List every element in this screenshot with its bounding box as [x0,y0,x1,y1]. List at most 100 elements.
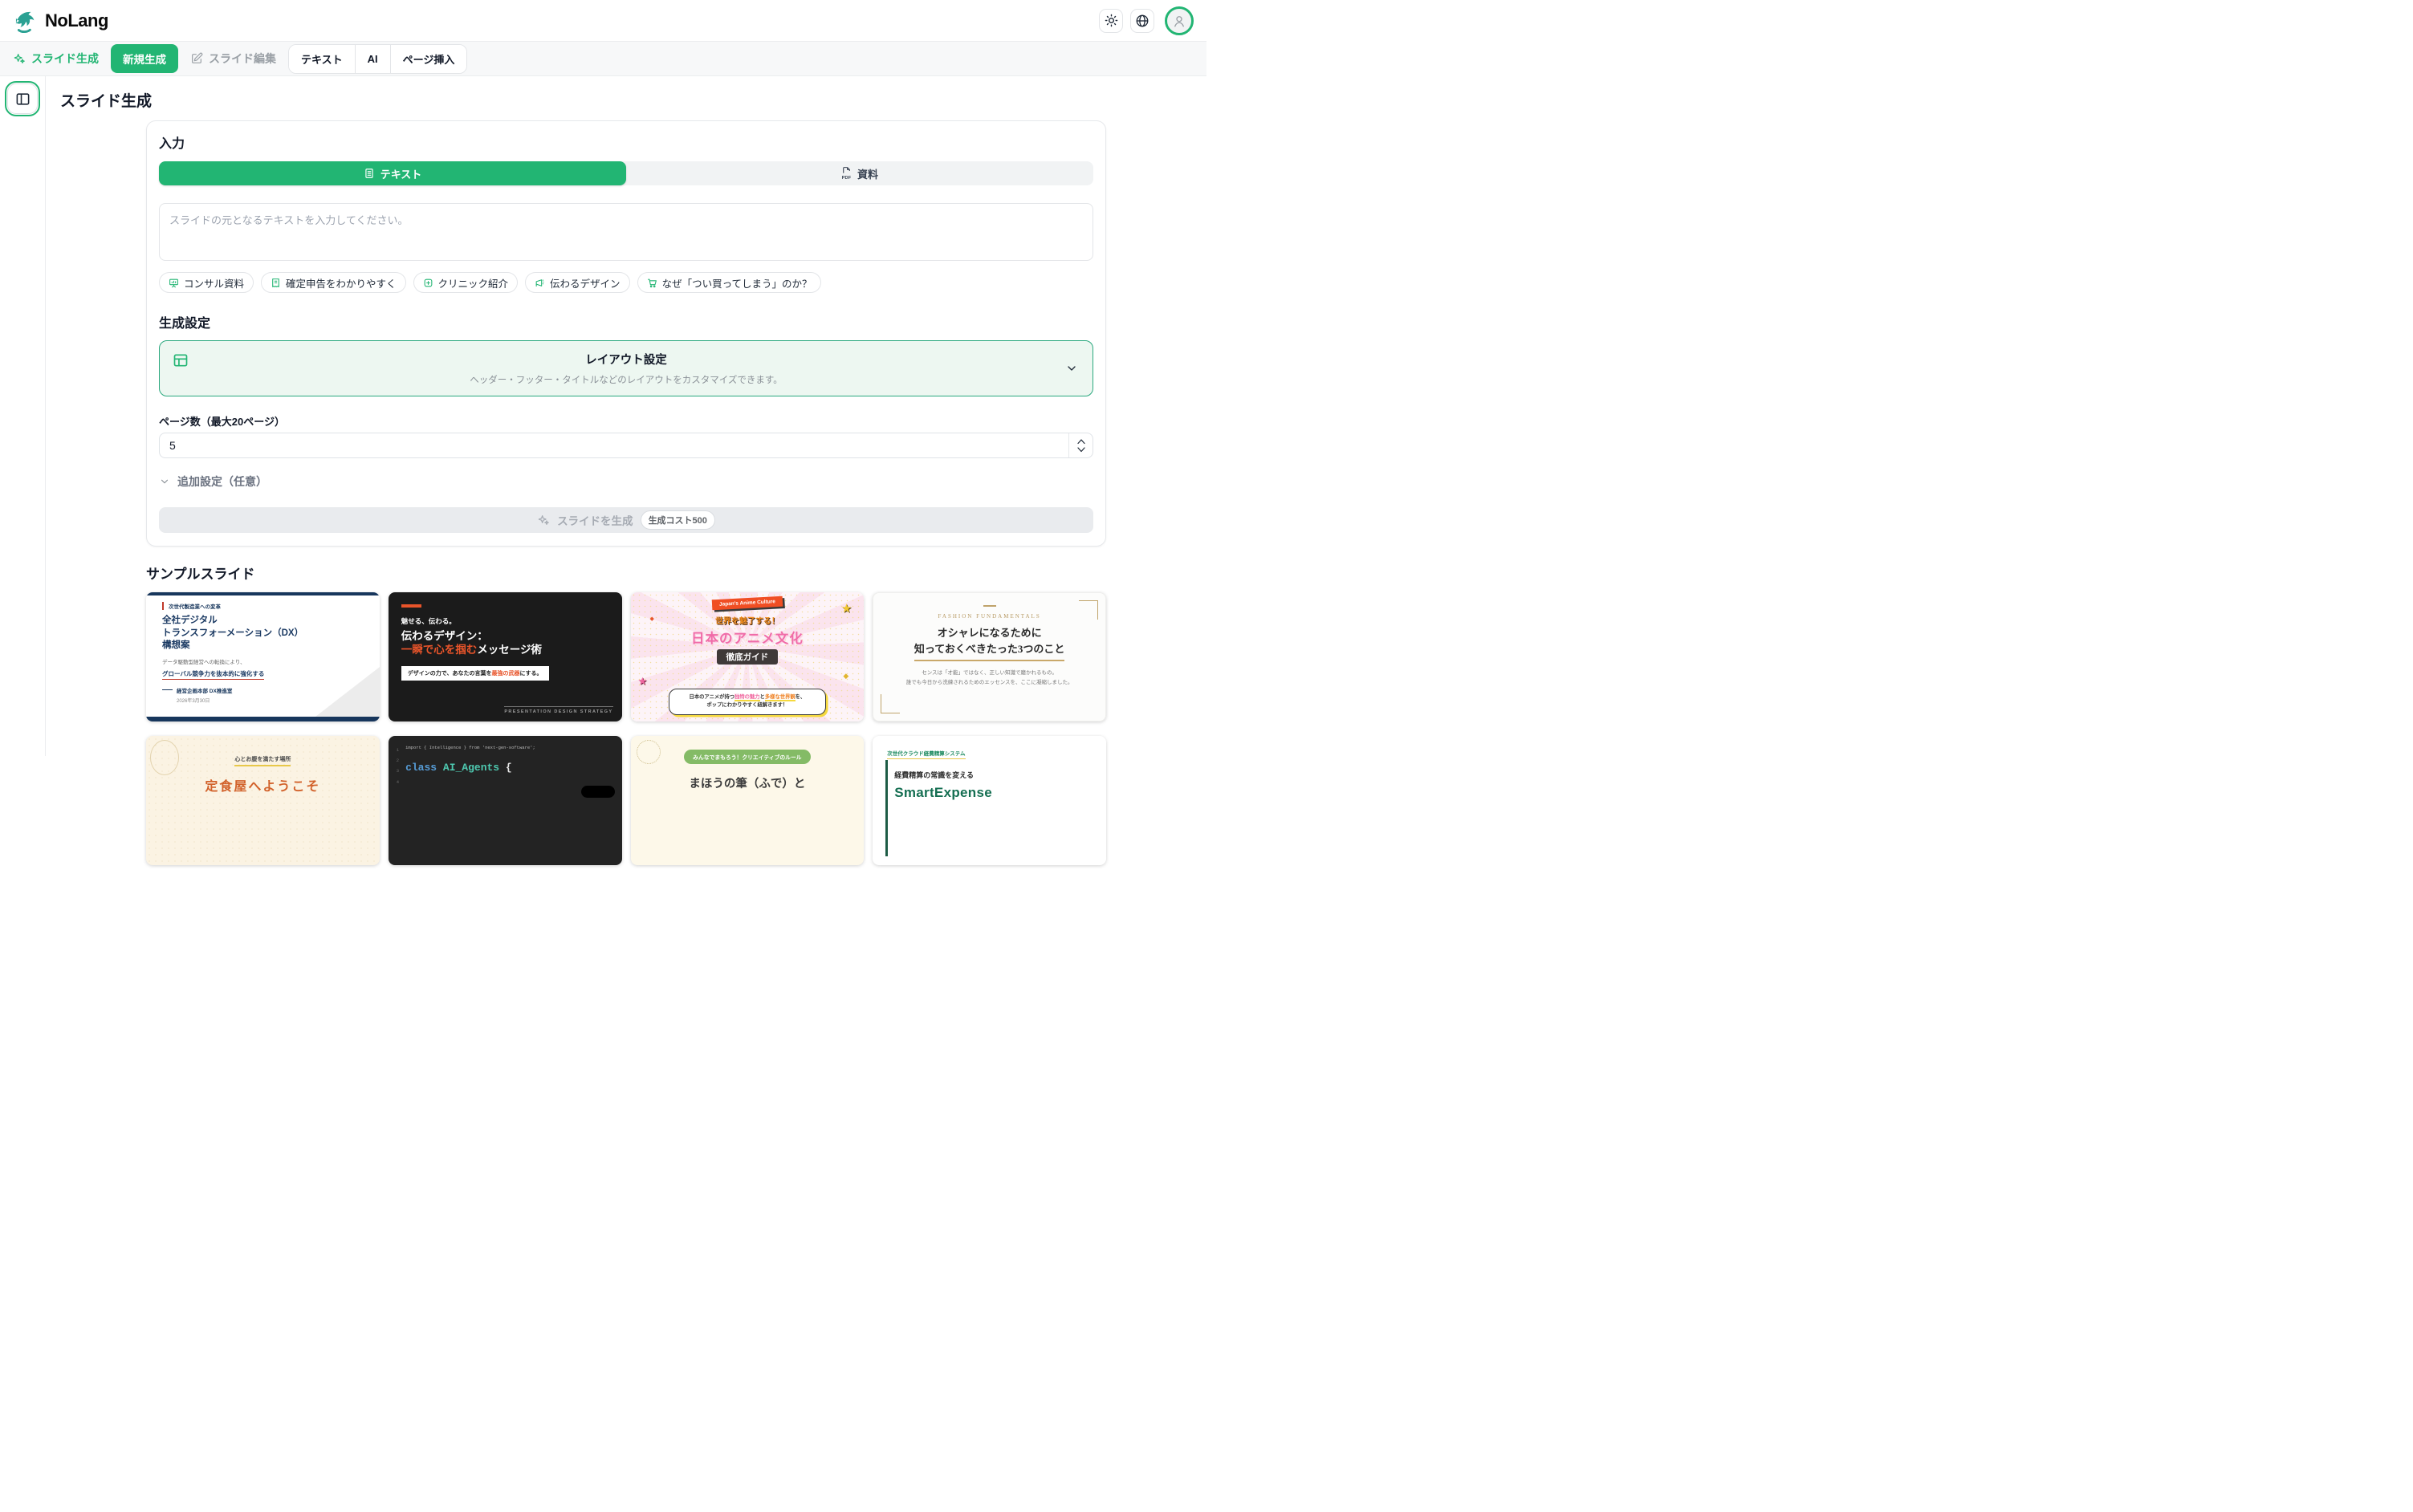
language-button[interactable] [1130,8,1154,33]
dolphin-logo-icon [11,7,39,35]
desc-text: 日本のアニメが持つ [689,693,735,700]
sample-slide-fashion[interactable]: FASHION FUNDAMENTALS オシャレになるために 知っておくべきた… [873,592,1106,721]
sample-slide-anime[interactable]: ★ ★ ◆ ◆ Japan's Anime Culture 世界を魅了する！ 日… [630,592,865,721]
chip-impulse-buying[interactable]: なぜ「つい買ってしまう」のか？ [637,272,822,293]
chip-label: 確定申告をわかりやすく [286,278,397,290]
slide-eyebrow: 次世代クラウド経費精算システム [887,749,966,759]
slide-description-box: 日本のアニメが持つ独特の魅力と多様な世界観を、 ポップにわかりやすく紐解きます！ [668,688,826,715]
page-count-input[interactable] [159,433,1093,458]
nav-slide-edit[interactable]: スライド編集 [190,51,276,67]
dotted-circle-decoration [636,740,661,764]
chip-tax-return[interactable]: 確定申告をわかりやすく [261,272,406,293]
slide-footer: PRESENTATION DESIGN STRATEGY [504,706,613,714]
code-classname: AI_Agents [442,762,500,774]
segment-text[interactable]: テキスト [289,44,355,73]
settings-section-heading: 生成設定 [159,317,211,331]
additional-settings-toggle[interactable]: 追加設定（任意） [159,474,1093,490]
chip-label: クリニック紹介 [437,278,509,290]
code-line-numbers: 1 2 3 4 [396,747,400,785]
pdf-file-icon: PDF [841,166,852,181]
code-keyword: class [405,762,437,774]
slide-title-rest: メッセージ術 [477,644,542,656]
sample-slide-teishoku[interactable]: 心とお腹を満たす場所 定食屋へようこそ [146,736,380,865]
pdf-icon-label: PDF [841,175,852,181]
note-accent: 最強の武器 [491,670,520,677]
nav-slide-edit-label: スライド編集 [209,52,276,65]
input-section-heading: 入力 [159,137,185,151]
globe-icon [1135,14,1150,28]
sidebar-toggle-button[interactable] [5,81,40,116]
chevron-down-icon [159,476,170,487]
desc-highlight-pink: 独特の魅力 [734,693,760,701]
nav-slide-generate-label: スライド生成 [31,52,99,65]
theme-toggle-button[interactable] [1099,8,1123,33]
slide-eyebrow: 次世代製造業への変革 [162,602,368,610]
mode-segmented-control: テキスト AI ページ挿入 [288,43,468,74]
slide-date: 2026年3月30日 [177,698,210,704]
navy-bottom-bar [146,717,380,721]
slide-title: 全社デジタル トランスフォーメーション（DX） 構想案 [162,616,304,651]
slide-subtitle-band: 徹底ガイド [716,649,779,665]
stepper-up-button[interactable] [1076,438,1086,445]
gold-tick-rule [983,605,996,607]
sample-slide-design[interactable]: 魅せる、伝わる。 伝わるデザイン： 一瞬で心を掴むメッセージ術 デザインの力で、… [388,592,622,721]
slide-source-textarea[interactable] [159,203,1093,261]
code-brace: { [505,762,512,774]
toolbar: スライド生成 新規生成 スライド編集 テキスト AI ページ挿入 [0,41,1206,76]
sample-slide-expense[interactable]: 次世代クラウド経費精算システム 経費精算の常識を変える SmartExpense [873,736,1106,865]
generation-cost-badge: 生成コスト500 [640,510,715,530]
tab-material-input[interactable]: PDF 資料 [626,161,1093,185]
sample-slide-dx[interactable]: 次世代製造業への変革 全社デジタル トランスフォーメーション（DX） 構想案 デ… [146,592,380,721]
segment-page-insert[interactable]: ページ挿入 [389,44,467,73]
generate-button-label: スライドを生成 [557,515,633,527]
generation-card: 入力 テキスト PDF 資料 スライドの元となるテキストを入力してください。 コ… [146,120,1106,547]
chip-design[interactable]: 伝わるデザイン [525,272,630,293]
slide-title: 日本のアニメ文化 [691,632,804,646]
chip-clinic[interactable]: クリニック紹介 [413,272,519,293]
input-source-toggle: テキスト PDF 資料 [159,161,1093,185]
desc-highlight-orange: 多様な世界観 [764,693,796,701]
left-sidebar [0,76,46,756]
sample-slide-grid: 次世代製造業への変革 全社デジタル トランスフォーメーション（DX） 構想案 デ… [146,592,1106,865]
generate-slides-button[interactable]: スライドを生成 生成コスト500 [159,507,1093,533]
medical-cross-icon [423,278,433,288]
tab-text-input[interactable]: テキスト [159,161,626,185]
code-import-line: import { Intelligence } from 'next-gen-s… [405,745,535,750]
note-post: にする。 [519,670,543,677]
chevron-up-icon [1076,438,1086,445]
orange-accent-bar [401,604,421,608]
nav-slide-generate[interactable]: スライド生成 [13,51,99,67]
layout-settings-panel[interactable]: レイアウト設定 ヘッダー・フッター・タイトルなどのレイアウトをカスタマイズできま… [159,340,1093,396]
slide-title-accent: 一瞬で心を掴む [401,644,478,656]
layout-settings-title: レイアウト設定 [585,354,667,367]
sample-slide-creative[interactable]: みんなでまもろう！クリエイティブのルール まほうの筆（ふで）と [630,736,865,865]
panel-left-icon [15,91,31,107]
slide-catchline: 世界を魅了する！ [714,617,779,626]
chip-label: なぜ「つい買ってしまう」のか？ [661,278,812,290]
footer-rule [162,689,173,691]
slide-title: SmartExpense [894,785,992,800]
desc-text: を、 [795,693,806,700]
new-generation-button[interactable]: 新規生成 [111,44,178,73]
slide-lead-strong: グローバル競争力を抜本的に強化する [162,669,265,680]
gold-corner-decoration [881,694,901,713]
slide-badge: Japan's Anime Culture [711,595,783,611]
green-vertical-bar [885,760,888,856]
slide-title: まほうの筆（ふで）と [689,778,806,791]
chip-consulting[interactable]: コンサル資料 [159,272,254,293]
sample-slide-code[interactable]: 1 2 3 4 import { Intelligence } from 'ne… [388,736,622,865]
stepper-down-button[interactable] [1076,446,1086,453]
note-pre: デザインの力で、あなたの言葉を [407,670,492,677]
brand[interactable]: NoLang [11,7,108,35]
page-title: スライド生成 [60,93,153,110]
chevron-down-icon [1076,446,1086,453]
slide-department: 経営企画本部 DX推進室 [177,688,233,694]
cart-icon [647,278,657,288]
slide-title-line1: オシャレになるために [937,626,1042,639]
segment-ai[interactable]: AI [354,44,390,73]
slide-title: 伝わるデザイン： [401,629,488,642]
page-count-label: ページ数（最大20ページ） [159,416,285,428]
star-icon: ★ [840,602,852,616]
chevron-down-icon [1065,362,1078,375]
user-avatar[interactable] [1165,6,1194,35]
